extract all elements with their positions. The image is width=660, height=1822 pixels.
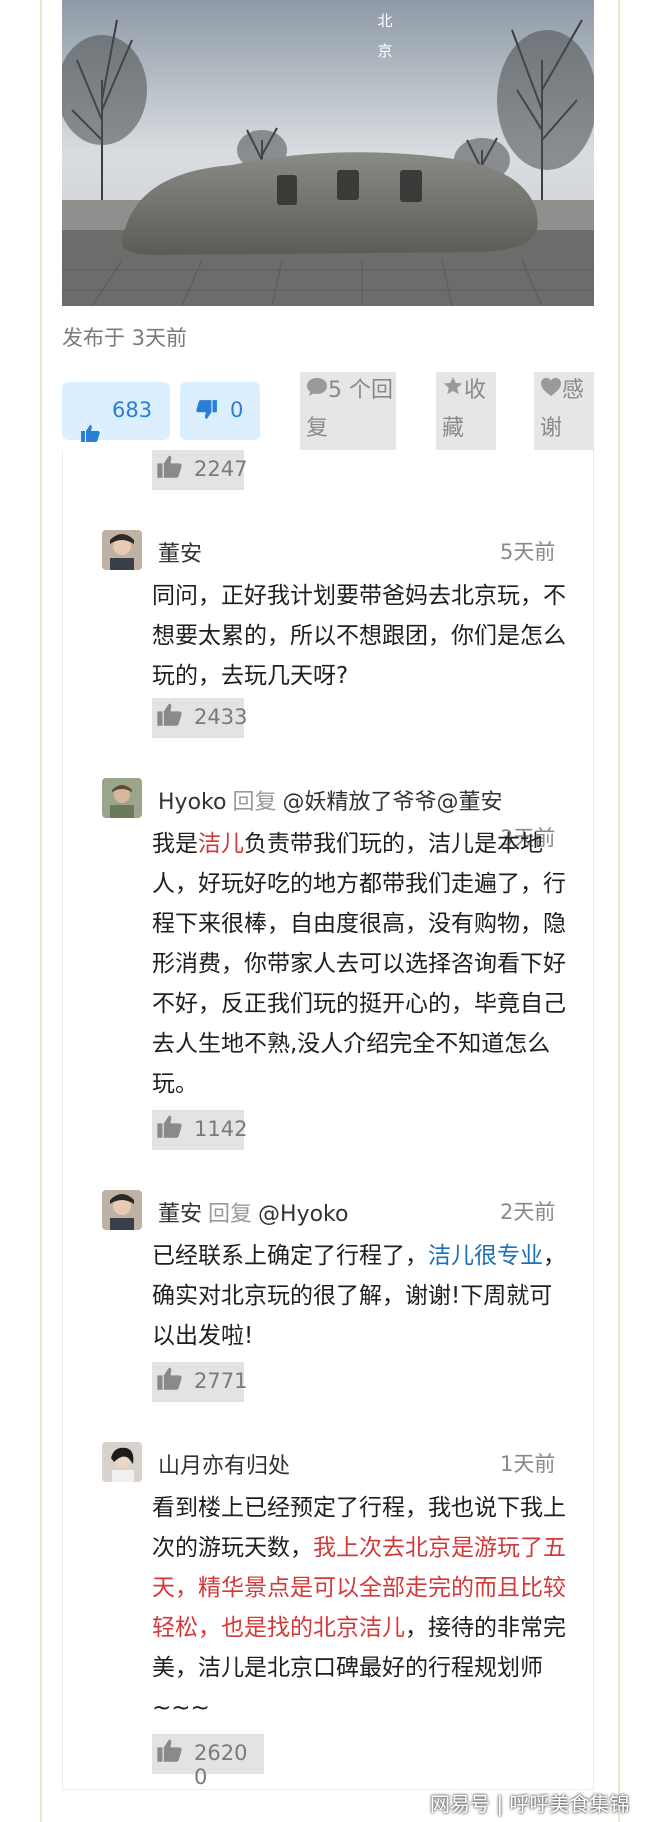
comment-like-count: 2433 (194, 705, 248, 729)
comment-time: 2天前 (500, 1200, 556, 1224)
comment-like-count: 2771 (194, 1369, 248, 1393)
like-count: 683 (112, 398, 153, 422)
comment-like-button[interactable]: 2433 (152, 698, 248, 738)
comment-like-count: 2247 (194, 457, 248, 481)
reply-mention[interactable]: @妖精放了爷爷@董安 (282, 790, 502, 815)
comment-like-button[interactable]: 2620 0 (152, 1734, 264, 1789)
favorite-button[interactable]: 收藏 (436, 372, 496, 450)
thumbs-down-icon (196, 400, 218, 424)
thumbs-up-icon (80, 424, 100, 446)
right-frame-line (618, 0, 620, 1822)
hero-caption: 北 京 (377, 12, 395, 60)
comment-author[interactable]: 董安 (158, 536, 202, 568)
reply-keyword: 回复 (208, 1202, 253, 1227)
comment-text: 看到楼上已经预定了行程，我也说下我上次的游玩天数，我上次去北京是游玩了五天，精华… (152, 1495, 566, 1721)
comment-author-line: Hyoko 回复 @妖精放了爷爷@董安 (158, 784, 502, 816)
highlight-text: 洁儿很专业 (428, 1243, 543, 1269)
comment-author[interactable]: 董安 (158, 1202, 202, 1227)
thumbs-up-icon (156, 1114, 182, 1143)
comment-text: 我是洁儿负责带我们玩的，洁儿是本地人，好玩好吃的地方都带我们走遍了，行程下来很棒… (152, 831, 566, 1097)
reply-count-button[interactable]: 5 个回复 (300, 372, 396, 450)
thumbs-up-icon (156, 702, 182, 731)
left-frame-line (40, 0, 42, 1822)
avatar[interactable] (102, 530, 142, 570)
comment-time: 5天前 (500, 540, 556, 564)
comment-like-button[interactable]: 2247 (152, 450, 248, 490)
comment-author-line: 董安 回复 @Hyoko (158, 1196, 348, 1228)
reply-keyword: 回复 (232, 790, 277, 815)
post-time: 发布于 3天前 (62, 326, 188, 350)
dislike-button[interactable]: 0 (180, 382, 260, 440)
heart-icon (540, 372, 562, 410)
thumbs-up-icon (156, 1738, 182, 1767)
comment-like-count: 2620 0 (194, 1741, 248, 1789)
avatar[interactable] (102, 1190, 142, 1230)
thanks-button[interactable]: 感谢 (534, 372, 594, 450)
comment-text: 已经联系上确定了行程了，洁儿很专业，确实对北京玩的很了解，谢谢!下周就可以出发啦… (152, 1243, 566, 1349)
reply-mention[interactable]: @Hyoko (258, 1202, 348, 1227)
comment-time: 1天前 (500, 1452, 556, 1476)
dislike-count: 0 (230, 398, 244, 422)
comment-like-button[interactable]: 2771 (152, 1362, 248, 1402)
watermark: 网易号 | 呼呼美食集锦 (430, 1792, 630, 1816)
comment-icon (306, 372, 328, 410)
avatar[interactable] (102, 1442, 142, 1482)
hero-photo[interactable]: 北 京 (62, 0, 594, 306)
star-icon (442, 372, 464, 410)
comment-text: 同问，正好我计划要带爸妈去北京玩，不想要太累的，所以不想跟团，你们是怎么玩的，去… (152, 583, 566, 689)
comment-author[interactable]: 山月亦有归处 (158, 1448, 290, 1480)
thumbs-up-icon (156, 1366, 182, 1395)
highlight-text: 洁儿 (198, 831, 244, 857)
thumbs-up-icon (156, 454, 182, 483)
avatar[interactable] (102, 778, 142, 818)
comment-like-button[interactable]: 1142 (152, 1110, 248, 1150)
comment-like-count: 1142 (194, 1117, 248, 1141)
like-button[interactable]: 683 (62, 382, 170, 442)
comment-author[interactable]: Hyoko (158, 790, 226, 815)
